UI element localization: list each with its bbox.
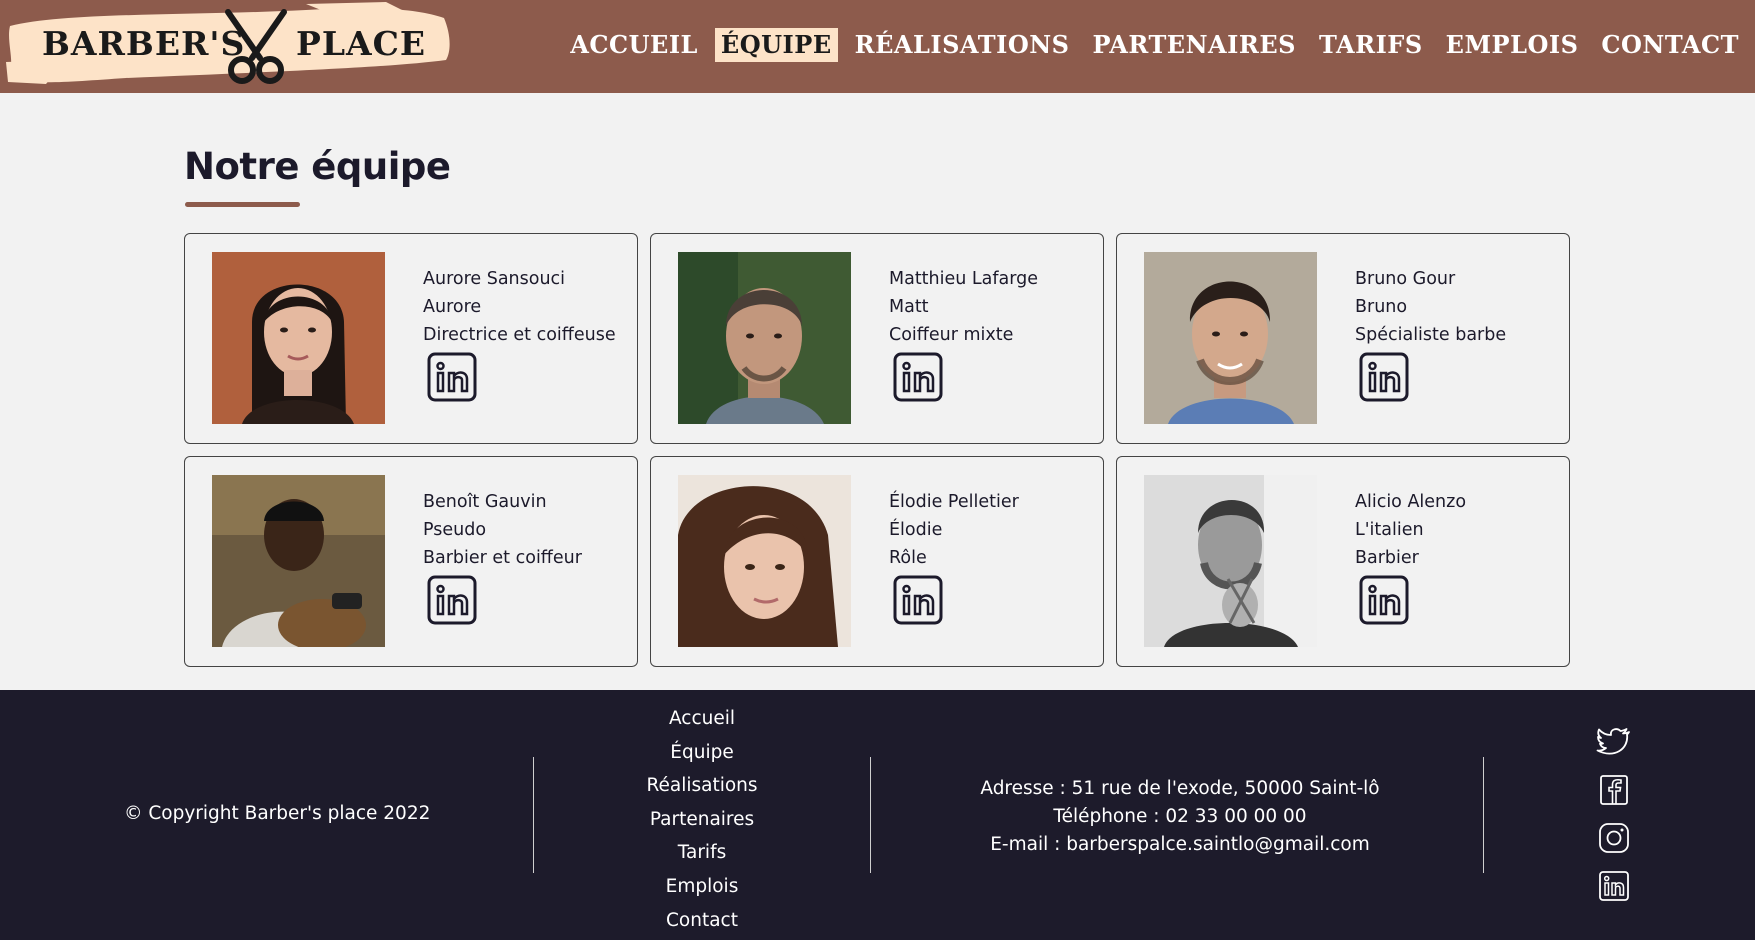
copyright-text: © Copyright Barber's place 2022: [124, 803, 431, 824]
page-title: Notre équipe: [184, 145, 451, 188]
nav-item-realisations[interactable]: RÉALISATIONS: [849, 28, 1076, 62]
member-name: Alicio Alenzo: [1355, 492, 1467, 512]
team-card: Aurore Sansouci Aurore Directrice et coi…: [184, 233, 638, 444]
contact-email[interactable]: E-mail : barberspalce.saintlo@gmail.com: [930, 831, 1430, 859]
member-role: Spécialiste barbe: [1355, 325, 1507, 345]
footer-divider: [1483, 757, 1484, 873]
team-photo: [678, 475, 851, 647]
instagram-icon[interactable]: [1596, 820, 1632, 856]
site-logo[interactable]: BARBER'S PLACE: [6, 2, 450, 86]
team-card: Alicio Alenzo L'italien Barbier: [1116, 456, 1570, 667]
contact-phone: Téléphone : 02 33 00 00 00: [1053, 806, 1307, 827]
team-photo: [1144, 475, 1317, 647]
nav-item-contact[interactable]: CONTACT: [1595, 28, 1745, 62]
footer-link-tarifs[interactable]: Tarifs: [602, 836, 802, 870]
site-header: BARBER'S PLACE ACCUEIL ÉQUIPE RÉALISATIO…: [0, 0, 1755, 93]
member-nickname: Élodie: [889, 520, 943, 540]
member-role: Barbier et coiffeur: [423, 548, 582, 568]
member-name: Élodie Pelletier: [889, 492, 1019, 512]
linkedin-icon[interactable]: [427, 575, 477, 625]
team-grid: Aurore Sansouci Aurore Directrice et coi…: [184, 233, 1572, 667]
nav-item-equipe[interactable]: ÉQUIPE: [714, 28, 838, 62]
linkedin-icon[interactable]: [1359, 575, 1409, 625]
footer-divider: [533, 757, 534, 873]
footer-divider: [870, 757, 871, 873]
member-role: Directrice et coiffeuse: [423, 325, 616, 345]
social-links: [1596, 724, 1632, 916]
member-role: Rôle: [889, 548, 927, 568]
member-nickname: Aurore: [423, 297, 482, 317]
nav-item-tarifs[interactable]: TARIFS: [1313, 28, 1429, 62]
team-card: Élodie Pelletier Élodie Rôle: [650, 456, 1104, 667]
member-name: Aurore Sansouci: [423, 269, 566, 289]
member-nickname: L'italien: [1355, 520, 1424, 540]
team-photo: [212, 475, 385, 647]
logo-text-place: PLACE: [296, 24, 427, 63]
member-name: Bruno Gour: [1355, 269, 1456, 289]
linkedin-icon[interactable]: [893, 352, 943, 402]
team-card: Bruno Gour Bruno Spécialiste barbe: [1116, 233, 1570, 444]
team-card: Benoît Gauvin Pseudo Barbier et coiffeur: [184, 456, 638, 667]
footer-link-realisations[interactable]: Réalisations: [602, 769, 802, 803]
member-nickname: Pseudo: [423, 520, 487, 540]
title-underline: [185, 202, 300, 207]
team-photo: [678, 252, 851, 424]
contact-address: Adresse : 51 rue de l'exode, 50000 Saint…: [980, 778, 1380, 799]
twitter-icon[interactable]: [1596, 724, 1632, 760]
team-photo: [1144, 252, 1317, 424]
nav-item-partenaires[interactable]: PARTENAIRES: [1087, 28, 1302, 62]
member-nickname: Matt: [889, 297, 929, 317]
member-role: Coiffeur mixte: [889, 325, 1014, 345]
site-footer: © Copyright Barber's place 2022 Accueil …: [0, 690, 1755, 940]
footer-link-equipe[interactable]: Équipe: [602, 736, 802, 770]
team-photo: [212, 252, 385, 424]
contact-info: Adresse : 51 rue de l'exode, 50000 Saint…: [930, 775, 1430, 859]
nav-item-emplois[interactable]: EMPLOIS: [1440, 28, 1585, 62]
footer-link-partenaires[interactable]: Partenaires: [602, 803, 802, 837]
footer-link-emplois[interactable]: Emplois: [602, 870, 802, 904]
member-name: Benoît Gauvin: [423, 492, 547, 512]
footer-link-accueil[interactable]: Accueil: [602, 702, 802, 736]
member-name: Matthieu Lafarge: [889, 269, 1039, 289]
team-card: Matthieu Lafarge Matt Coiffeur mixte: [650, 233, 1104, 444]
logo-text-barbers: BARBER'S: [42, 24, 246, 63]
linkedin-icon[interactable]: [427, 352, 477, 402]
scissors-icon: [225, 9, 287, 84]
main-nav: ACCUEIL ÉQUIPE RÉALISATIONS PARTENAIRES …: [553, 28, 1745, 62]
facebook-icon[interactable]: [1596, 772, 1632, 808]
linkedin-icon[interactable]: [1596, 868, 1632, 904]
linkedin-icon[interactable]: [1359, 352, 1409, 402]
footer-nav: Accueil Équipe Réalisations Partenaires …: [602, 702, 802, 937]
linkedin-icon[interactable]: [893, 575, 943, 625]
member-nickname: Bruno: [1355, 297, 1408, 317]
nav-item-accueil[interactable]: ACCUEIL: [564, 28, 704, 62]
member-role: Barbier: [1355, 548, 1419, 568]
footer-link-contact[interactable]: Contact: [602, 904, 802, 938]
